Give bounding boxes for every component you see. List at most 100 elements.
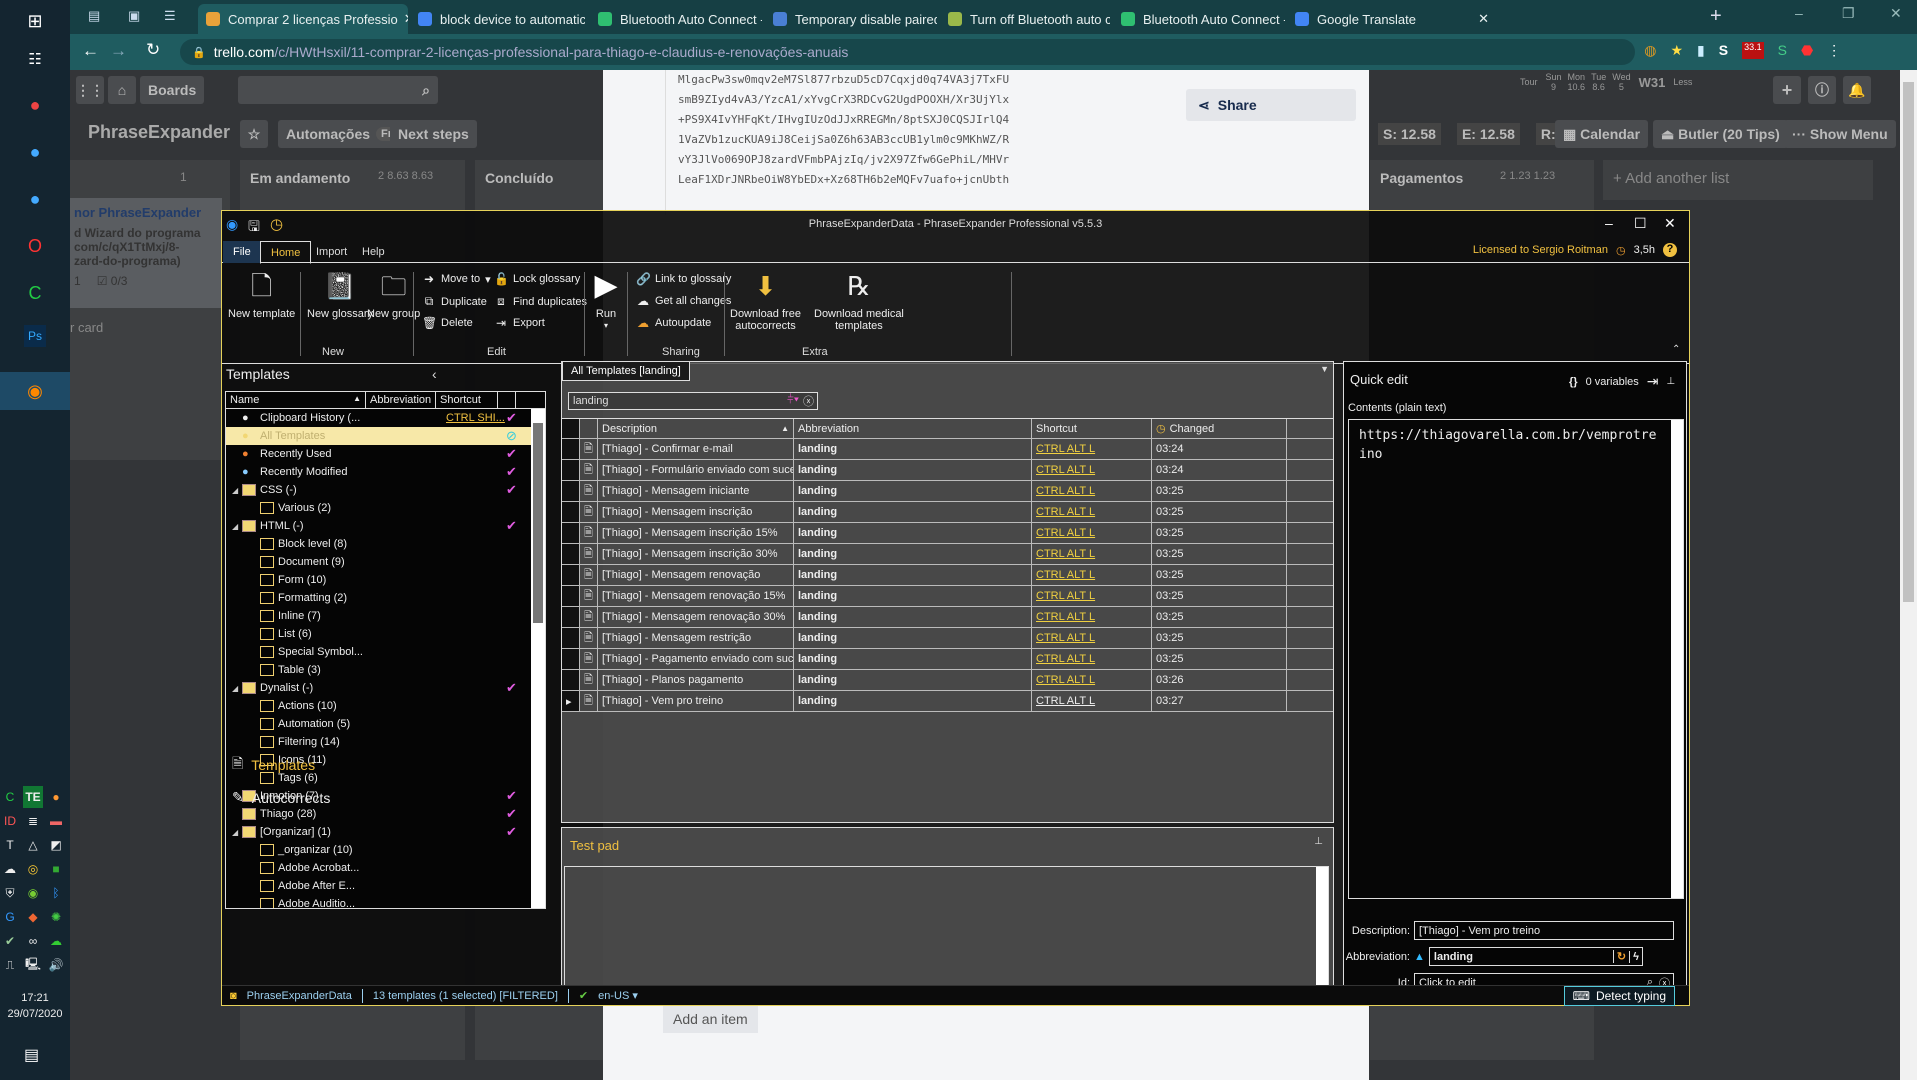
test-pad-textarea[interactable] bbox=[564, 866, 1329, 994]
extension-icon[interactable]: ★ bbox=[1670, 42, 1683, 59]
tree-item[interactable]: Filtering (14) bbox=[226, 733, 545, 751]
minimize-button[interactable]: – bbox=[1605, 215, 1613, 231]
abbreviation-input[interactable]: landing ↻ ϟ bbox=[1428, 947, 1643, 966]
column-description[interactable]: Description ▲ bbox=[598, 419, 794, 438]
browser-tab[interactable]: block device to automatic co✕ bbox=[410, 4, 585, 34]
boards-button[interactable]: Boards bbox=[140, 76, 205, 104]
table-row[interactable]: 🗎[Thiago] - Pagamento enviado com sucess… bbox=[562, 649, 1333, 670]
lightning-icon[interactable]: ϟ bbox=[1629, 950, 1642, 963]
tree-item[interactable]: ◢ CSS (-) ✔ bbox=[226, 481, 545, 499]
tree-item[interactable]: ● Recently Used ✔ bbox=[226, 445, 545, 463]
share-button[interactable]: ⋖ Share bbox=[1186, 89, 1356, 121]
tree-item[interactable]: Formatting (2) bbox=[226, 589, 545, 607]
maximize-button[interactable]: ☐ bbox=[1634, 215, 1647, 232]
tray-icon[interactable]: ◆ bbox=[23, 906, 43, 928]
table-row[interactable]: 🗎 [Thiago] - Mensagem restrição landing CTR… bbox=[562, 628, 1333, 649]
detect-typing-button[interactable]: ⌨ Detect typing bbox=[1563, 986, 1675, 1006]
expand-arrow-icon[interactable]: ◢ bbox=[232, 522, 242, 531]
time-saved[interactable]: 3,5h bbox=[1634, 244, 1655, 256]
info-icon[interactable]: ⓘ bbox=[1808, 76, 1836, 104]
tray-icon[interactable]: ≣ bbox=[23, 810, 43, 832]
find-duplicates-button[interactable]: ⧈ Find duplicates bbox=[494, 294, 587, 309]
column-name[interactable]: Name ▲ bbox=[226, 392, 366, 408]
tab-all-templates[interactable]: All Templates [landing] bbox=[562, 361, 690, 381]
tray-icon[interactable]: T bbox=[0, 834, 20, 856]
chrome-profile-icon[interactable]: ● bbox=[20, 184, 50, 214]
table-row[interactable]: 🗎 [Thiago] - Mensagem renovação landing CTR… bbox=[562, 565, 1333, 586]
trello-search[interactable]: ⌕ bbox=[238, 76, 438, 104]
duplicate-button[interactable]: ⧉ Duplicate bbox=[422, 294, 487, 309]
title-bar[interactable]: PhraseExpanderData - PhraseExpander Prof… bbox=[222, 211, 1689, 237]
shortcut-link[interactable]: CTRL ALT L bbox=[1036, 527, 1095, 539]
pinned-tab-icon[interactable]: ☰ bbox=[164, 8, 176, 24]
bluetooth-icon[interactable]: ᛒ bbox=[46, 882, 66, 904]
tray-icon[interactable]: ◎ bbox=[23, 858, 43, 880]
table-row[interactable]: 🗎 [Thiago] - Mensagem inscrição 30% landin… bbox=[562, 544, 1333, 565]
download-autocorrects-button[interactable]: ⬇ Download free autocorrects bbox=[730, 270, 801, 332]
table-row[interactable]: 🗎 [Thiago] - Mensagem inscrição landing CTR… bbox=[562, 502, 1333, 523]
enabled-check-icon[interactable]: ✔ bbox=[506, 788, 517, 804]
tray-icon[interactable]: ■ bbox=[46, 858, 66, 880]
clock[interactable]: 17:21 29/07/2020 bbox=[0, 990, 70, 1022]
add-checklist-item-button[interactable]: Add an item bbox=[663, 1005, 758, 1033]
shortcut-link[interactable]: CTRL ALT L bbox=[1036, 674, 1095, 686]
export-button[interactable]: ⇥ Export bbox=[494, 316, 545, 330]
new-template-button[interactable]: 🗋 New template bbox=[228, 270, 295, 320]
add-list-button[interactable]: + Add another list bbox=[1603, 160, 1873, 200]
tree-item[interactable]: ● Clipboard History (... CTRL SHI... ✔ bbox=[226, 409, 545, 427]
clear-search-icon[interactable]: ⓧ bbox=[803, 393, 814, 409]
close-button[interactable]: ✕ bbox=[1664, 215, 1676, 232]
tree-item[interactable]: Adobe After E... bbox=[226, 877, 545, 895]
pin-icon[interactable]: ⊥ bbox=[1314, 836, 1323, 847]
tree-item[interactable]: ● All Templates ⊘ bbox=[226, 427, 545, 445]
tray-icon[interactable]: ID bbox=[0, 810, 20, 832]
enabled-check-icon[interactable]: ✔ bbox=[506, 824, 517, 840]
shortcut-link[interactable]: CTRL ALT L bbox=[1036, 506, 1095, 518]
description-input[interactable]: [Thiago] - Vem pro treino bbox=[1414, 921, 1674, 940]
tree-item[interactable]: ● Recently Modified ✔ bbox=[226, 463, 545, 481]
creative-cloud-icon[interactable]: ∞ bbox=[23, 930, 43, 952]
collapse-ribbon-icon[interactable]: ⌃ bbox=[1672, 344, 1680, 355]
column-abbreviation[interactable]: Abbreviation bbox=[794, 419, 1032, 438]
shortcut-link[interactable]: CTRL ALT L bbox=[1036, 632, 1095, 644]
tab-import[interactable]: Import bbox=[306, 241, 357, 263]
table-row[interactable]: 🗎 [Thiago] - Formulário enviado com suces… bbox=[562, 460, 1333, 481]
time-saved-icon[interactable]: ◷ bbox=[270, 215, 283, 233]
tree-item[interactable]: Various (2) bbox=[226, 499, 545, 517]
chrome-menu-icon[interactable]: ⋮ bbox=[1827, 42, 1841, 59]
contents-textarea[interactable]: https://thiagovarella.com.br/vemprotrein… bbox=[1348, 419, 1684, 899]
tree-item[interactable]: Special Symbol... bbox=[226, 643, 545, 661]
less-link[interactable]: Less bbox=[1673, 77, 1692, 87]
extension-icon[interactable]: ▮ bbox=[1697, 42, 1705, 59]
tray-icon[interactable]: △ bbox=[23, 834, 43, 856]
tree-scrollbar[interactable] bbox=[531, 409, 545, 908]
tree-item[interactable]: Inline (7) bbox=[226, 607, 545, 625]
shortcut-link[interactable]: CTRL ALT L bbox=[1036, 464, 1095, 476]
show-menu-button[interactable]: ··· Show Menu bbox=[1784, 120, 1896, 148]
razer-icon[interactable]: ✺ bbox=[46, 906, 66, 928]
back-button[interactable]: ← bbox=[82, 41, 99, 61]
shortcut-link[interactable]: CTRL ALT L bbox=[1036, 695, 1095, 707]
pinned-tab-icon[interactable]: ▤ bbox=[88, 8, 100, 24]
table-row[interactable]: 🗎 [Thiago] - Planos pagamento landing CTRL … bbox=[562, 670, 1333, 691]
new-tab-button[interactable]: + bbox=[1710, 5, 1722, 28]
opera-icon[interactable]: O bbox=[20, 231, 50, 261]
browser-tab[interactable]: Turn off Bluetooth auto conn✕ bbox=[940, 4, 1110, 34]
app-c-icon[interactable]: C bbox=[20, 278, 50, 308]
tab-help[interactable]: Help bbox=[352, 241, 395, 263]
tray-icon[interactable]: ● bbox=[46, 786, 66, 808]
tree-item[interactable]: ◢ Dynalist (-) ✔ bbox=[226, 679, 545, 697]
close-tab-icon[interactable]: ✕ bbox=[1472, 11, 1489, 27]
delete-button[interactable]: 🗑 Delete bbox=[422, 316, 473, 330]
home-icon[interactable]: ⌂ bbox=[108, 76, 136, 104]
table-row[interactable]: ▸ 🗎 [Thiago] - Vem pro treino landing CTRL A… bbox=[562, 691, 1333, 712]
cloud-sync-icon[interactable]: ☁ bbox=[46, 930, 66, 952]
logitech-icon[interactable]: G bbox=[0, 906, 20, 928]
forward-button[interactable]: → bbox=[110, 41, 127, 61]
tree-item-shortcut[interactable]: CTRL SHI... bbox=[446, 412, 505, 424]
shortcut-link[interactable]: CTRL ALT L bbox=[1036, 590, 1095, 602]
shortcut-link[interactable]: CTRL ALT L bbox=[1036, 443, 1095, 455]
new-glossary-button[interactable]: 📓 New glossary bbox=[307, 270, 373, 320]
close-window-button[interactable]: ✕ bbox=[1890, 5, 1902, 22]
browser-tab[interactable]: Temporary disable paired Blu✕ bbox=[765, 4, 937, 34]
